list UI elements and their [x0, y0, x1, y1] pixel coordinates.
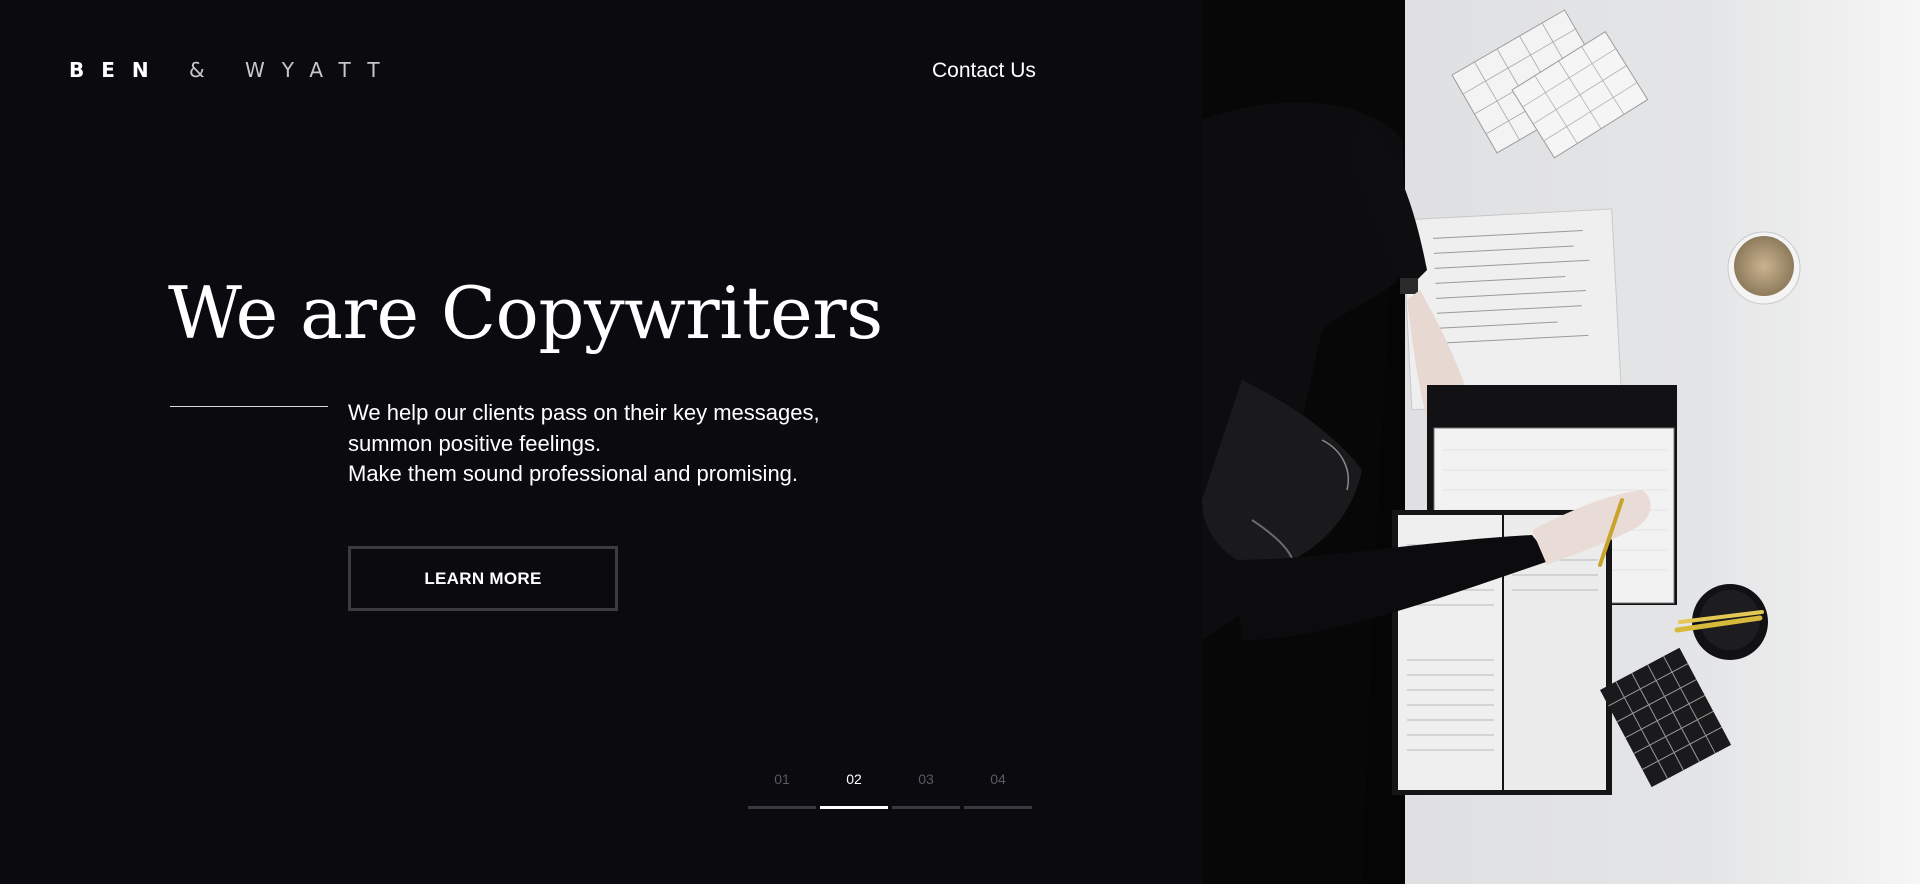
- slide-number: 01: [774, 771, 790, 787]
- description-line: summon positive feelings.: [348, 430, 602, 456]
- slide-tab-4[interactable]: 04: [964, 771, 1032, 811]
- slide-number: 02: [846, 771, 862, 787]
- slide-number: 04: [990, 771, 1006, 787]
- slide-indicator-bar: [820, 806, 888, 809]
- slide-pager: 01 02 03 04: [748, 771, 1032, 811]
- slide-tab-2[interactable]: 02: [820, 771, 888, 811]
- hero-title: We are Copywriters: [168, 271, 883, 355]
- learn-more-button[interactable]: LEARN MORE: [348, 546, 618, 611]
- slide-tab-1[interactable]: 01: [748, 771, 816, 811]
- hero-photo: [1202, 0, 1920, 884]
- brand-word-2: WYATT: [244, 58, 397, 82]
- contact-us-link[interactable]: Contact Us: [932, 59, 1036, 83]
- description-line: We help our clients pass on their key me…: [348, 400, 820, 425]
- slide-tab-3[interactable]: 03: [892, 771, 960, 811]
- brand-logo[interactable]: BEN & WYATT: [69, 58, 397, 82]
- title-divider: [170, 406, 328, 407]
- brand-word-1: BEN: [69, 58, 166, 82]
- slide-number: 03: [918, 771, 934, 787]
- slide-indicator-bar: [892, 806, 960, 809]
- hero-panel: BEN & WYATT Contact Us We are Copywriter…: [0, 0, 1202, 884]
- slide-indicator-bar: [964, 806, 1032, 809]
- description-line: Make them sound professional and promisi…: [348, 461, 799, 486]
- brand-ampersand: &: [189, 58, 222, 82]
- hero-description: We help our clients pass on their key me…: [348, 398, 868, 490]
- desk-writing-photo-icon: [1202, 0, 1920, 884]
- slide-indicator-bar: [748, 806, 816, 809]
